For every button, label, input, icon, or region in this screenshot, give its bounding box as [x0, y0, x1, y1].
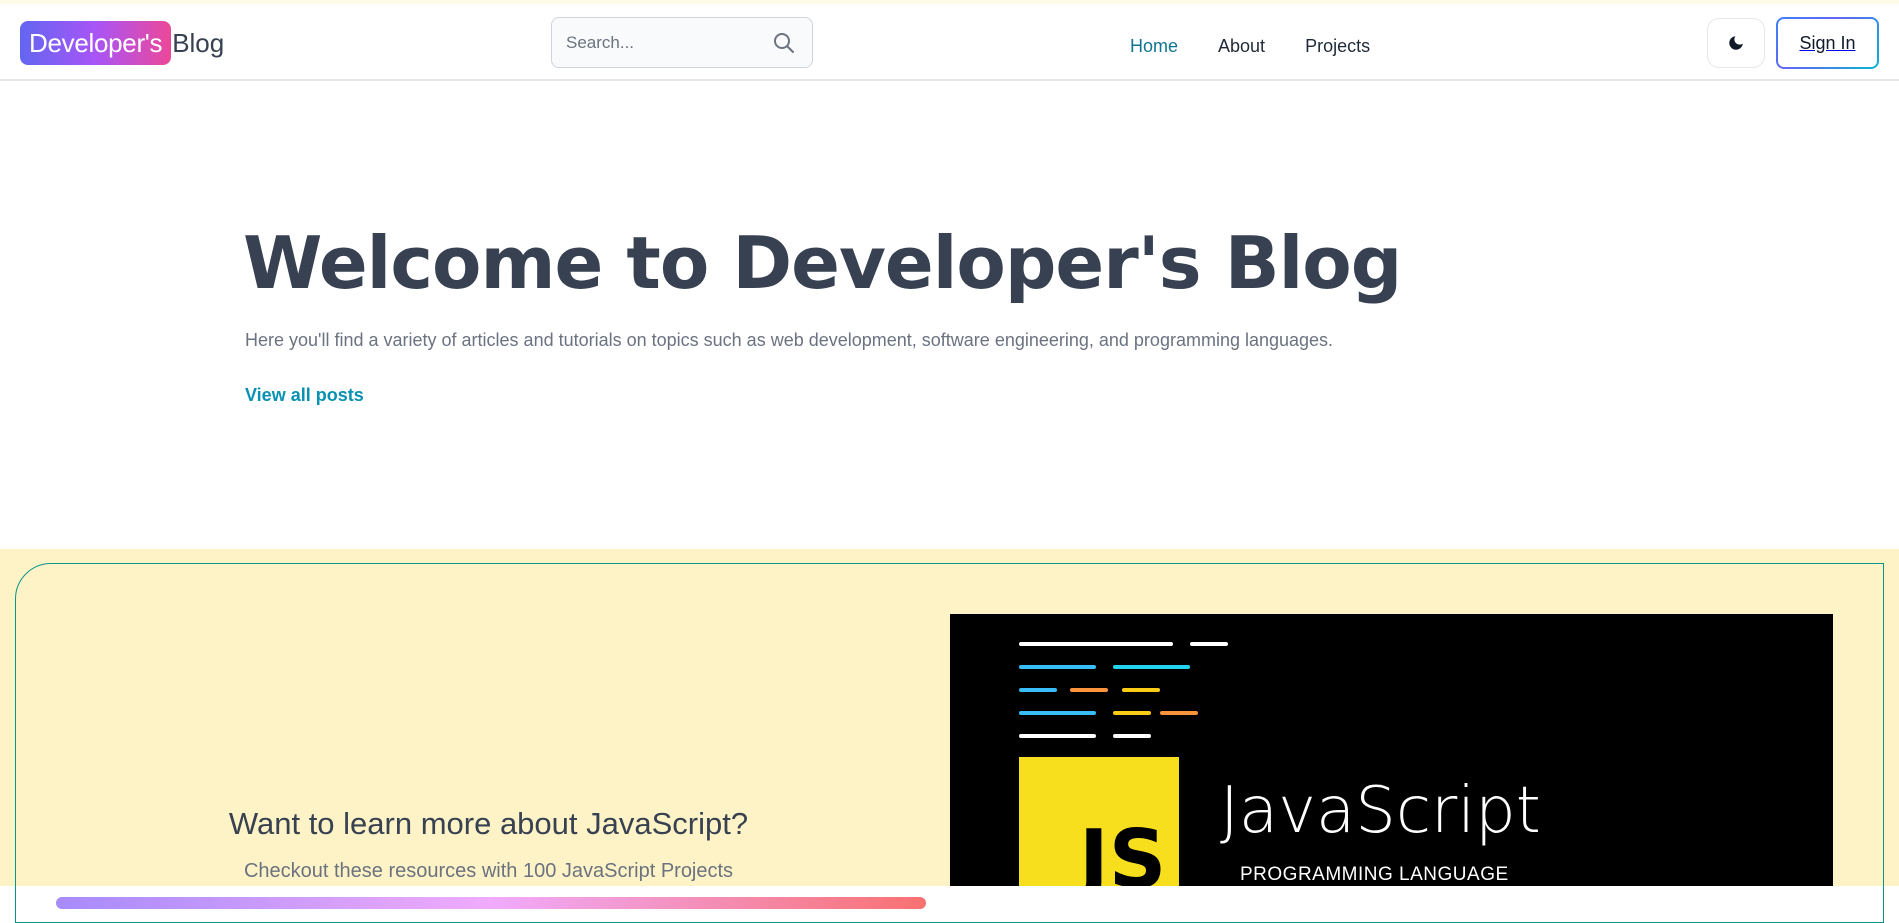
code-line: [1019, 642, 1173, 646]
promo-subheading: Checkout these resources with 100 JavaSc…: [243, 860, 734, 882]
view-all-posts-link[interactable]: View all posts: [245, 385, 364, 406]
programming-language-caption: PROGRAMMING LANGUAGE: [1240, 864, 1509, 885]
code-line: [1160, 711, 1198, 715]
brand-logo[interactable]: Developer's Blog: [20, 21, 224, 65]
javascript-banner-image: JS JavaScript PROGRAMMING LANGUAGE: [950, 614, 1833, 886]
code-line: [1019, 711, 1096, 715]
main-nav: Home About Projects: [1130, 26, 1410, 66]
navbar: Developer's Blog Home About Projects Sig…: [0, 4, 1899, 81]
code-line: [1113, 734, 1151, 738]
moon-icon: [1729, 36, 1743, 50]
promo-gradient-bar: [56, 897, 926, 909]
js-logo: JS: [1019, 757, 1179, 886]
code-line: [1019, 665, 1096, 669]
hero-description: Here you'll find a variety of articles a…: [245, 330, 1334, 350]
code-line: [1190, 642, 1228, 646]
code-line: [1019, 734, 1096, 738]
hero-title: Welcome to Developer's Blog: [243, 221, 1402, 305]
code-line: [1070, 688, 1108, 692]
promo-heading: Want to learn more about JavaScript?: [228, 806, 749, 841]
code-line: [1113, 665, 1190, 669]
nav-link-about[interactable]: About: [1218, 36, 1265, 57]
search-box: [551, 17, 813, 68]
code-line: [1019, 688, 1057, 692]
search-input[interactable]: [564, 21, 773, 64]
brand-text: Blog: [172, 27, 225, 58]
nav-link-projects[interactable]: Projects: [1305, 36, 1370, 57]
sign-in-label: Sign In: [1778, 19, 1877, 67]
search-icon[interactable]: [772, 31, 796, 55]
nav-link-home[interactable]: Home: [1130, 36, 1178, 57]
code-line: [1122, 688, 1160, 692]
brand-highlight: Developer's: [20, 21, 172, 65]
javascript-title: JavaScript: [1220, 774, 1541, 848]
js-logo-text: JS: [1079, 813, 1167, 887]
theme-toggle-button[interactable]: [1707, 18, 1765, 68]
sign-in-button[interactable]: Sign In: [1776, 17, 1879, 69]
code-line: [1113, 711, 1151, 715]
